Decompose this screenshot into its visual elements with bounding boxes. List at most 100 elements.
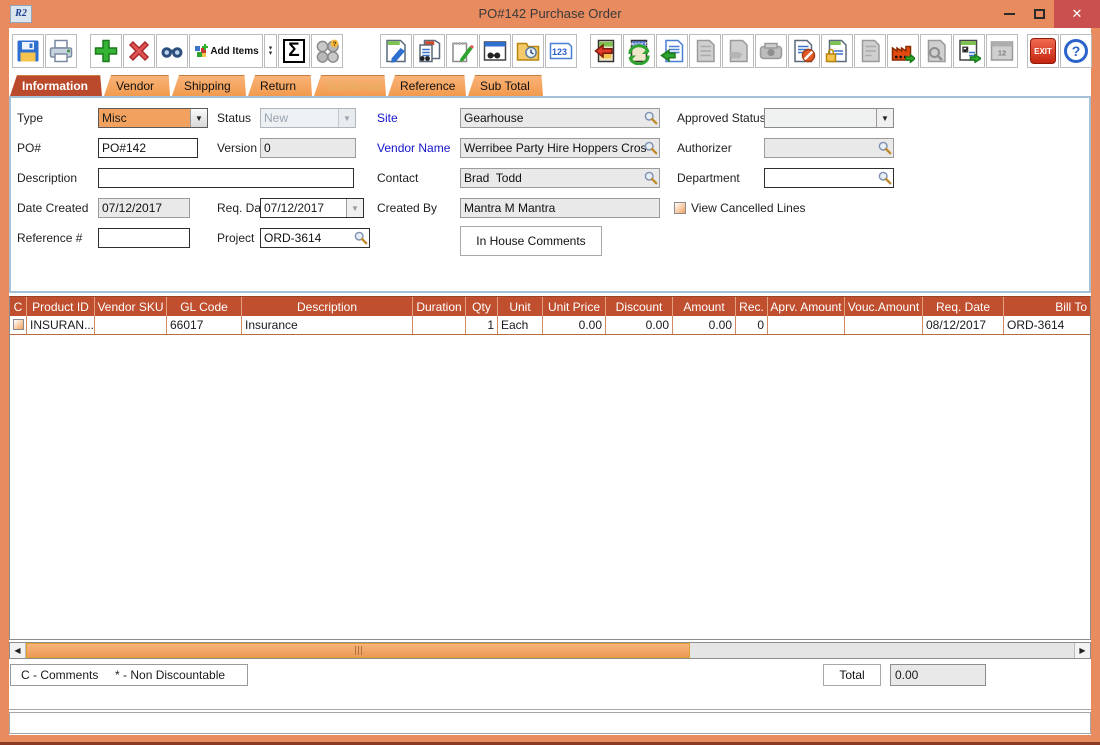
in-house-comments-button[interactable]: In House Comments bbox=[460, 226, 602, 256]
contact-input[interactable] bbox=[460, 168, 660, 188]
invoice-return-icon bbox=[594, 39, 618, 63]
invoice-return-button[interactable] bbox=[590, 34, 622, 68]
export-document-button[interactable] bbox=[656, 34, 688, 68]
status-bar-top bbox=[9, 696, 1091, 710]
search-icon[interactable] bbox=[644, 111, 658, 125]
site-input[interactable] bbox=[460, 108, 660, 128]
col-header-qty[interactable]: Qty bbox=[466, 297, 498, 316]
maximize-button[interactable] bbox=[1024, 0, 1054, 28]
site-label: Site bbox=[377, 108, 398, 128]
vendor-name-field[interactable] bbox=[460, 138, 660, 158]
po-number-field[interactable] bbox=[98, 138, 198, 158]
col-header-c[interactable]: C bbox=[10, 297, 27, 316]
col-header-vendor-sku[interactable]: Vendor SKU bbox=[95, 297, 167, 316]
tab-subtotal[interactable]: Sub Total bbox=[468, 75, 543, 96]
approved-status-combo[interactable]: ▼ bbox=[764, 108, 894, 128]
folder-history-button[interactable] bbox=[512, 34, 544, 68]
sum-button[interactable]: Σ bbox=[278, 34, 310, 68]
add-items-more-button[interactable]: ▾▾ bbox=[264, 34, 277, 68]
tab-shipping[interactable]: Shipping bbox=[172, 75, 246, 96]
col-header-vouc-amount[interactable]: Vouc.Amount bbox=[845, 297, 923, 316]
type-combo[interactable]: Misc ▼ bbox=[98, 108, 208, 128]
scrollbar-thumb[interactable] bbox=[26, 643, 690, 658]
search-icon[interactable] bbox=[644, 141, 658, 155]
col-header-unit-price[interactable]: Unit Price bbox=[543, 297, 606, 316]
chevron-down-icon[interactable]: ▼ bbox=[876, 109, 893, 127]
search-icon[interactable] bbox=[644, 171, 658, 185]
view-cancelled-lines-checkbox[interactable] bbox=[674, 202, 686, 214]
scrollbar-track[interactable] bbox=[690, 643, 1074, 658]
edit-document-button[interactable] bbox=[380, 34, 412, 68]
department-field[interactable] bbox=[764, 168, 894, 188]
col-header-duration[interactable]: Duration bbox=[413, 297, 466, 316]
manufacture-button[interactable] bbox=[887, 34, 919, 68]
reference-field[interactable] bbox=[98, 228, 190, 248]
double-chevron-down-icon: ▾▾ bbox=[269, 46, 273, 56]
view-cancelled-lines-option[interactable]: View Cancelled Lines bbox=[674, 198, 806, 218]
tab-return[interactable]: Return bbox=[248, 75, 312, 96]
scroll-left-button[interactable]: ◀ bbox=[10, 643, 26, 658]
search-icon[interactable] bbox=[878, 141, 892, 155]
description-input[interactable] bbox=[98, 168, 354, 188]
col-header-amount[interactable]: Amount bbox=[673, 297, 736, 316]
vendor-name-input[interactable] bbox=[460, 138, 660, 158]
col-header-rec[interactable]: Rec. bbox=[736, 297, 768, 316]
add-line-button[interactable] bbox=[90, 34, 122, 68]
tab-reference[interactable]: Reference bbox=[388, 75, 466, 96]
titlebar[interactable]: R2 PO#142 Purchase Order ✕ bbox=[0, 0, 1100, 28]
col-header-aprv-amount[interactable]: Aprv. Amount bbox=[768, 297, 845, 316]
site-field[interactable] bbox=[460, 108, 660, 128]
window-search-button[interactable] bbox=[479, 34, 511, 68]
horizontal-scrollbar[interactable]: ◀ ▶ bbox=[9, 642, 1091, 659]
delete-line-button[interactable] bbox=[123, 34, 155, 68]
search-icon[interactable] bbox=[878, 171, 892, 185]
cell-req-date: 08/12/2017 bbox=[923, 316, 1004, 334]
copy-with-search-button[interactable] bbox=[413, 34, 445, 68]
invoice-generate-button[interactable]: INVOICE bbox=[623, 34, 655, 68]
description-field[interactable] bbox=[98, 168, 354, 188]
search-icon[interactable] bbox=[354, 231, 368, 245]
print-button[interactable] bbox=[45, 34, 77, 68]
help-button[interactable]: ? bbox=[1060, 34, 1092, 68]
tab-vendor[interactable]: Vendor bbox=[104, 75, 170, 96]
contact-field[interactable] bbox=[460, 168, 660, 188]
cancel-document-button[interactable] bbox=[788, 34, 820, 68]
req-date-combo[interactable]: 07/12/2017 ▼ bbox=[260, 198, 364, 218]
close-button[interactable]: ✕ bbox=[1054, 0, 1100, 28]
exit-button[interactable]: EXIT bbox=[1027, 34, 1059, 68]
find-button[interactable] bbox=[156, 34, 188, 68]
col-header-gl-code[interactable]: GL Code bbox=[167, 297, 242, 316]
tab-information[interactable]: Information bbox=[10, 75, 102, 96]
col-header-product-id[interactable]: Product ID bbox=[27, 297, 95, 316]
scroll-right-button[interactable]: ▶ bbox=[1074, 643, 1090, 658]
total-button[interactable]: Total bbox=[823, 664, 881, 686]
secure-document-button[interactable] bbox=[821, 34, 853, 68]
created-by-label: Created By bbox=[377, 198, 437, 218]
authorizer-field[interactable] bbox=[764, 138, 894, 158]
col-header-discount[interactable]: Discount bbox=[606, 297, 673, 316]
save-button[interactable] bbox=[12, 34, 44, 68]
department-input[interactable] bbox=[764, 168, 894, 188]
add-items-button[interactable]: Add Items bbox=[189, 34, 263, 68]
col-header-description[interactable]: Description bbox=[242, 297, 413, 316]
chevron-down-icon[interactable]: ▼ bbox=[190, 109, 207, 127]
col-header-req-date[interactable]: Req. Date bbox=[923, 297, 1004, 316]
version-input bbox=[260, 138, 356, 158]
po-number-input[interactable] bbox=[98, 138, 198, 158]
minimize-button[interactable] bbox=[994, 0, 1024, 28]
col-header-unit[interactable]: Unit bbox=[498, 297, 543, 316]
reference-input[interactable] bbox=[98, 228, 190, 248]
spare-parts-button[interactable]: ? bbox=[311, 34, 343, 68]
notes-button[interactable] bbox=[446, 34, 478, 68]
numbering-button[interactable]: 123 bbox=[545, 34, 577, 68]
handover-disabled-icon bbox=[726, 39, 750, 63]
authorizer-input[interactable] bbox=[764, 138, 894, 158]
col-header-bill-to[interactable]: Bill To bbox=[1004, 297, 1090, 316]
row-checkbox[interactable] bbox=[13, 319, 24, 330]
sigma-icon: Σ bbox=[283, 39, 304, 63]
project-field[interactable] bbox=[260, 228, 370, 248]
date-created-label: Date Created bbox=[17, 198, 88, 218]
approve-export-button[interactable] bbox=[953, 34, 985, 68]
table-row[interactable]: INSURAN... 66017 Insurance 1 Each 0.00 0… bbox=[10, 316, 1090, 335]
calendar-button: 12 bbox=[986, 34, 1018, 68]
